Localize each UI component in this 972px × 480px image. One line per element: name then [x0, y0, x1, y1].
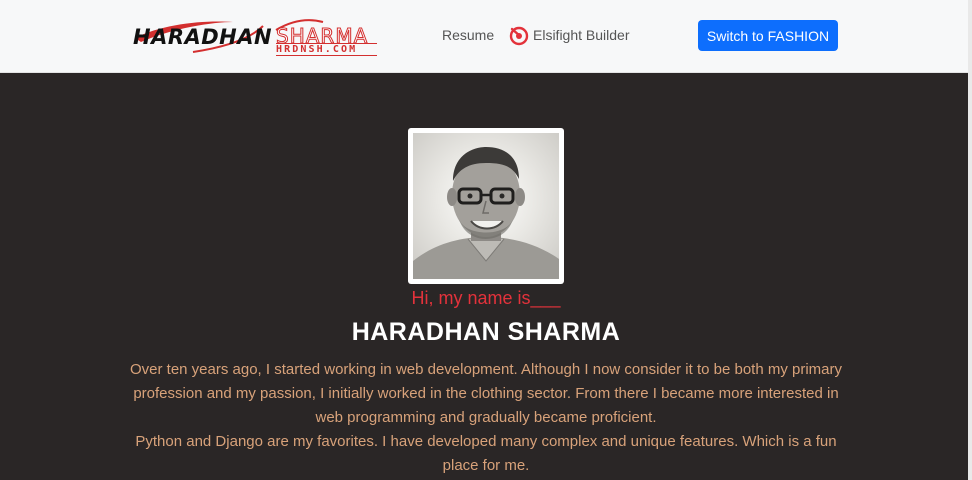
nav-resume-link[interactable]: Resume: [442, 27, 494, 43]
site-logo[interactable]: HARADHAN SHARMA HRDNSH.COM: [133, 16, 379, 58]
bio-text: Over ten years ago, I started working in…: [120, 358, 852, 478]
logo-first-name: HARADHAN: [133, 25, 273, 49]
bio-paragraph: Over ten years ago, I started working in…: [129, 361, 843, 426]
profile-photo-icon: [413, 147, 559, 279]
scrollbar[interactable]: [968, 0, 972, 480]
profile-photo: [413, 133, 559, 279]
greeting-text: Hi, my name is___: [411, 288, 561, 308]
bio-paragraph: Python and Django are my favorites. I ha…: [135, 433, 837, 474]
switch-to-fashion-button[interactable]: Switch to FASHION: [698, 20, 838, 51]
nav-builder-label: Elsifight Builder: [533, 27, 630, 43]
elsifight-logo-icon: [509, 26, 529, 46]
page-title: HARADHAN SHARMA: [351, 318, 621, 346]
nav-builder-link[interactable]: Elsifight Builder: [508, 24, 630, 46]
logo-domain: HRDNSH.COM: [276, 43, 377, 56]
avatar: [408, 128, 564, 284]
site-header: HARADHAN SHARMA HRDNSH.COM Resume Elsifi…: [0, 0, 972, 73]
